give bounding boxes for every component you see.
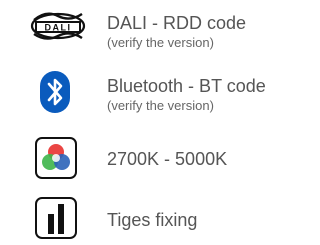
rod-fixing-icon — [34, 196, 78, 240]
svg-text:DALI: DALI — [45, 23, 72, 33]
feature-row-rod-fixing: Tiges fixing — [0, 194, 293, 240]
feature-label: Tiges fixing — [107, 210, 198, 230]
feature-note: (verify the version) — [107, 35, 214, 50]
feature-label: DALI - RDD code — [107, 13, 247, 33]
dali-logo-icon: DALI — [30, 6, 86, 46]
feature-row-bluetooth: Bluetooth - BT code (verify the version) — [0, 66, 293, 118]
feature-row-color-temperature: 2700K - 5000K — [0, 134, 293, 180]
feature-note: (verify the version) — [107, 98, 214, 113]
bluetooth-icon — [38, 70, 72, 114]
feature-label: Bluetooth - BT code — [107, 76, 266, 96]
feature-label: 2700K - 5000K — [107, 149, 228, 169]
feature-row-dali: DALI DALI - RDD code (verify the version… — [0, 0, 293, 60]
color-temperature-icon — [34, 136, 78, 180]
